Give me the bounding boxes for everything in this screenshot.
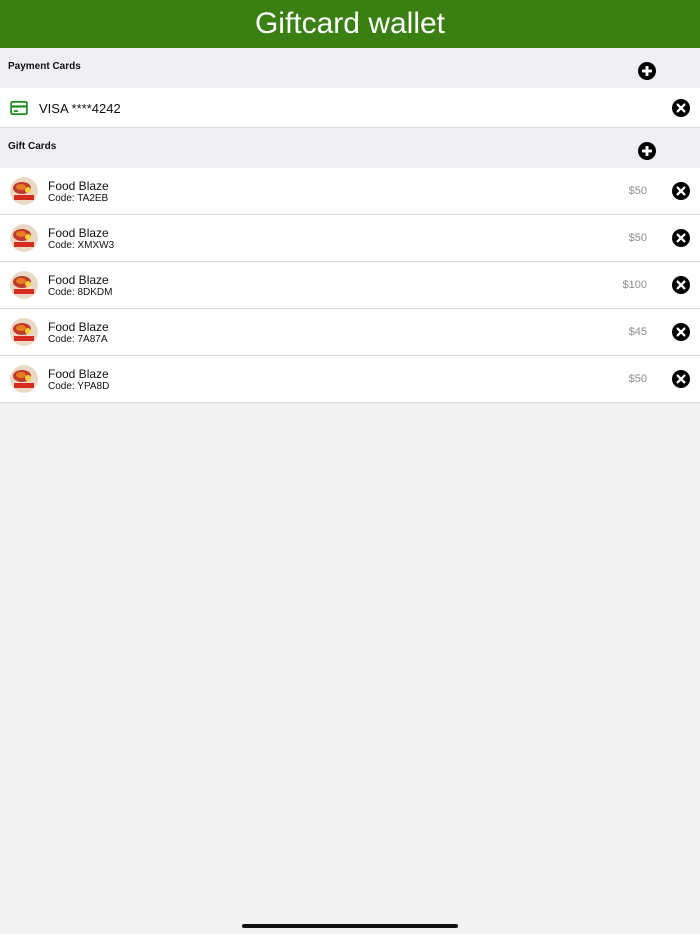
gift-card-name: Food Blaze [48, 226, 109, 240]
food-blaze-thumbnail-icon [10, 365, 38, 393]
gift-card-amount: $45 [628, 326, 647, 338]
page-title: Giftcard wallet [254, 7, 446, 40]
remove-gift-card-icon[interactable] [672, 370, 690, 388]
gift-card-code: Code: YPA8D [48, 381, 110, 392]
food-blaze-thumbnail-icon [10, 224, 38, 252]
gift-card-amount: $50 [628, 373, 647, 385]
app-header: Giftcard wallet [0, 0, 700, 48]
payment-card-label: VISA ****4242 [39, 101, 121, 116]
remove-gift-card-icon[interactable] [672, 276, 690, 294]
gift-card-code: Code: TA2EB [48, 193, 109, 204]
gift-card-amount: $100 [622, 279, 647, 291]
credit-card-icon [10, 101, 28, 115]
gift-card-row[interactable]: Food Blaze Code: YPA8D $50 [0, 356, 700, 403]
remove-gift-card-icon[interactable] [672, 182, 690, 200]
gift-card-row[interactable]: Food Blaze Code: TA2EB $50 [0, 168, 700, 215]
remove-gift-card-icon[interactable] [672, 229, 690, 247]
food-blaze-thumbnail-icon [10, 271, 38, 299]
gift-card-amount: $50 [628, 185, 647, 197]
gift-card-code: Code: 7A87A [48, 334, 108, 345]
gift-card-list: Food Blaze Code: TA2EB $50 Food Blaze Co… [0, 168, 700, 403]
gift-card-amount: $50 [628, 232, 647, 244]
add-gift-card-icon[interactable] [638, 142, 656, 160]
food-blaze-thumbnail-icon [10, 318, 38, 346]
gift-card-code: Code: 8DKDM [48, 287, 113, 298]
home-indicator[interactable] [242, 924, 458, 928]
section-label: Gift Cards [8, 141, 57, 152]
payment-card-row[interactable]: VISA ****4242 [0, 88, 700, 128]
gift-card-row[interactable]: Food Blaze Code: 7A87A $45 [0, 309, 700, 356]
remove-payment-card-icon[interactable] [672, 99, 690, 117]
gift-card-name: Food Blaze [48, 273, 109, 287]
gift-card-name: Food Blaze [48, 367, 109, 381]
gift-card-row[interactable]: Food Blaze Code: XMXW3 $50 [0, 215, 700, 262]
gift-card-code: Code: XMXW3 [48, 240, 115, 251]
add-payment-card-icon[interactable] [638, 62, 656, 80]
gift-cards-section-header: Gift Cards [0, 128, 700, 168]
gift-card-name: Food Blaze [48, 179, 109, 193]
section-label: Payment Cards [8, 61, 81, 72]
food-blaze-thumbnail-icon [10, 177, 38, 205]
payment-cards-section-header: Payment Cards [0, 48, 700, 88]
gift-card-name: Food Blaze [48, 320, 109, 334]
gift-card-row[interactable]: Food Blaze Code: 8DKDM $100 [0, 262, 700, 309]
remove-gift-card-icon[interactable] [672, 323, 690, 341]
